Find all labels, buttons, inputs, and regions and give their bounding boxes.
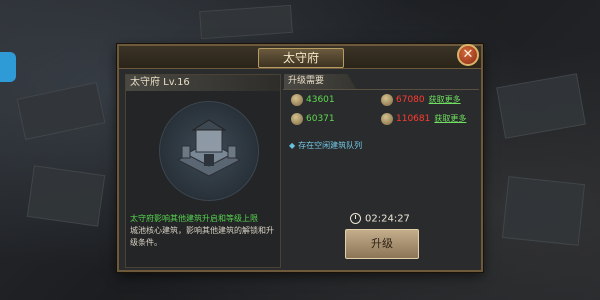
background-roof [501, 176, 586, 246]
get-more-link[interactable]: 获取更多 [429, 95, 461, 104]
building-effect-text: 太守府影响其他建筑升启和等级上限 [130, 214, 258, 223]
building-info: 太守府 Lv.16 太守府影响其他建筑升启和等级上限 城池核心建筑，影响其他建筑… [125, 74, 281, 268]
resource-value: 60371 [306, 114, 335, 124]
upgrade-timer: 02:24:27 [350, 213, 410, 225]
resource-value: 110681 [396, 114, 431, 124]
clock-icon [350, 213, 361, 224]
get-more-link[interactable]: 获取更多 [434, 114, 466, 123]
diamond-icon: ◆ [289, 141, 296, 150]
resource-value: 67080 [396, 95, 425, 105]
resource-iron: 110681 获取更多 [381, 112, 466, 126]
panel-title: 太守府 [258, 48, 344, 68]
background-roof [199, 4, 293, 40]
background-roof [496, 73, 586, 139]
resource-stone: 60371 [291, 112, 335, 126]
iron-icon [381, 113, 393, 125]
resource-food: 43601 [291, 93, 335, 107]
build-queue-status: ◆ 存在空闲建筑队列 [289, 140, 362, 151]
divider [283, 89, 479, 90]
upgrade-button[interactable]: 升级 [345, 229, 419, 259]
building-upgrade-panel: 太守府 ✕ 太守府 Lv.16 太守府影响其他建筑升启和等级上限 城池核心建筑，… [117, 44, 483, 272]
fortress-building-icon [159, 101, 259, 201]
building-detail-text: 城池核心建筑，影响其他建筑的解锁和升级条件。 [130, 226, 274, 247]
building-name-level: 太守府 Lv.16 [126, 75, 280, 91]
building-description: 太守府影响其他建筑升启和等级上限 城池核心建筑，影响其他建筑的解锁和升级条件。 [130, 213, 278, 249]
timer-value: 02:24:27 [365, 213, 410, 225]
close-button[interactable]: ✕ [457, 44, 479, 66]
queue-text: 存在空闲建筑队列 [298, 141, 363, 150]
wood-icon [381, 94, 393, 106]
food-icon [291, 94, 303, 106]
requirements-header: 升级需要 [284, 74, 356, 89]
close-icon: ✕ [462, 47, 474, 62]
background-roof [16, 81, 106, 141]
side-menu-tab[interactable] [0, 52, 16, 82]
resource-value: 43601 [306, 95, 335, 105]
panel-header: 太守府 [119, 46, 481, 69]
stone-icon [291, 113, 303, 125]
background-roof [26, 165, 106, 227]
resource-wood: 67080 获取更多 [381, 93, 461, 107]
